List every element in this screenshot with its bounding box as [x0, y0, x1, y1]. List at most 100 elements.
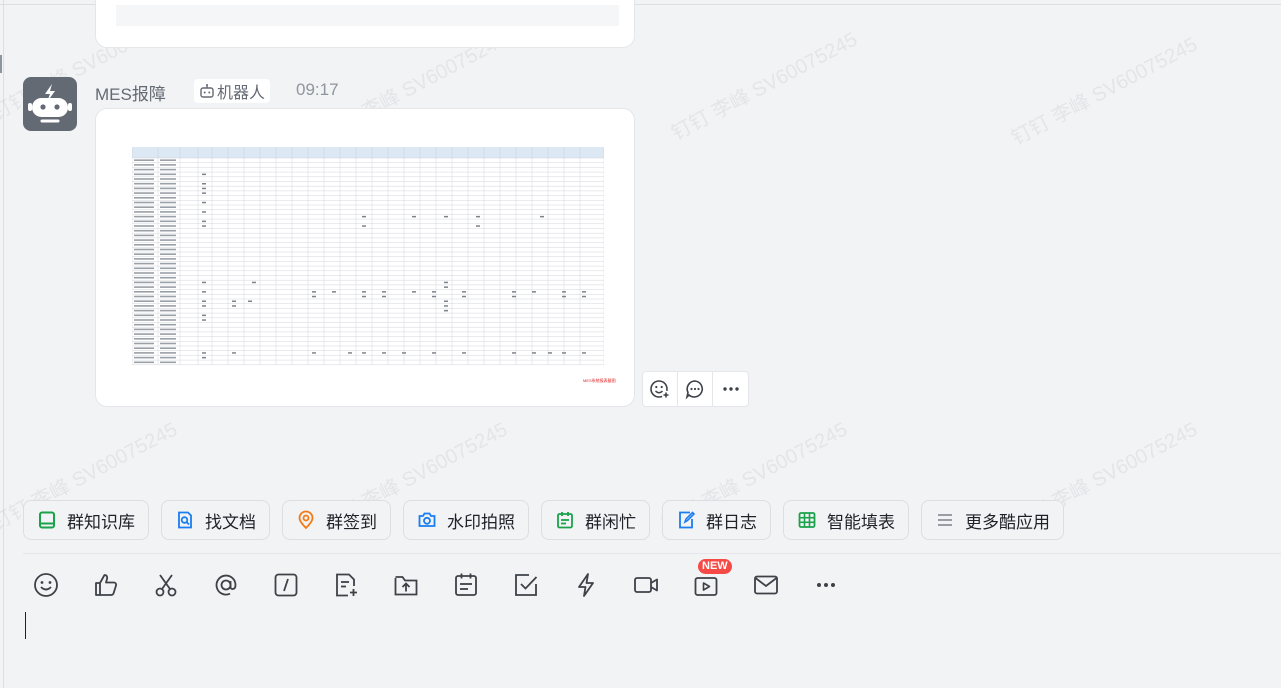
- flash-icon: [578, 573, 594, 597]
- sheet-cell-text: [160, 192, 176, 194]
- mail-button[interactable]: [750, 568, 782, 602]
- sheet-cell-text: [134, 262, 154, 265]
- schedule-button[interactable]: [450, 568, 482, 602]
- sheet-cell-value: [540, 215, 544, 218]
- sheet-cell-text: [134, 168, 154, 171]
- sheet-cell-text: [160, 229, 176, 232]
- emoji-button[interactable]: [30, 568, 62, 602]
- mail-icon: [754, 575, 778, 595]
- previous-message-content: [116, 5, 619, 26]
- sheet-cell-value: [582, 352, 586, 354]
- sheet-cell-text: [160, 319, 176, 321]
- sheet-cell-value: [444, 286, 448, 288]
- doc-search-icon: [178, 511, 192, 529]
- sheet-cell-text: [134, 164, 154, 166]
- sheet-cell-text: [160, 300, 176, 302]
- live-icon: [694, 577, 718, 596]
- app-group-knowledge-base[interactable]: 群知识库: [23, 500, 149, 540]
- input-divider: [23, 553, 1281, 554]
- text-caret[interactable]: [25, 612, 26, 639]
- sheet-cell-text: [160, 215, 176, 218]
- sheet-cell-text: [160, 197, 176, 199]
- sheet-cell-value: [476, 215, 480, 218]
- bot-avatar[interactable]: [23, 77, 77, 131]
- add-reaction-button[interactable]: [643, 372, 678, 406]
- watermark: 钉钉 李峰 SV60075245: [668, 28, 862, 145]
- app-group-checkin[interactable]: 群签到: [282, 500, 391, 540]
- app-group-journal[interactable]: 群日志: [662, 500, 771, 540]
- sheet-cell-text: [160, 178, 176, 180]
- sheet-cell-value: [202, 211, 206, 213]
- sheet-cell-text: [160, 248, 176, 251]
- sheet-cell-text: [160, 168, 176, 171]
- sheet-cell-value: [312, 352, 316, 354]
- sheet-cell-value: [202, 291, 206, 293]
- reply-button[interactable]: [678, 372, 713, 406]
- sheet-cell-text: [134, 192, 154, 194]
- sheet-cell-value: [202, 319, 206, 321]
- video-icon: [634, 577, 658, 593]
- group-apps-bar: 群知识库 找文档 群签到 水印拍照 群闲忙 群日志 智能填表 更多酷应用: [23, 500, 1064, 540]
- sheet-cell-text: [160, 267, 176, 270]
- sheet-cell-value: [202, 173, 206, 176]
- new-doc-button[interactable]: [330, 568, 362, 602]
- sheet-cell-text: [134, 309, 154, 312]
- sheet-cell-text: [160, 234, 176, 237]
- sheet-cell-value: [512, 352, 516, 354]
- sheet-cell-value: [332, 291, 336, 293]
- app-label: 水印拍照: [447, 512, 515, 532]
- app-find-docs[interactable]: 找文档: [161, 500, 270, 540]
- emoji-icon: [34, 573, 58, 597]
- sheet-header: [132, 147, 604, 158]
- left-divider: [3, 0, 4, 688]
- video-call-button[interactable]: [630, 568, 662, 602]
- previous-message-card[interactable]: [95, 0, 635, 48]
- sheet-cell-value: [312, 295, 316, 298]
- sheet-cell-text: [160, 314, 176, 317]
- mention-button[interactable]: [210, 568, 242, 602]
- sheet-cell-text: [134, 286, 154, 288]
- sheet-cell-text: [160, 352, 176, 354]
- sheet-cell-value: [562, 352, 566, 354]
- sheet-cell-text: [134, 272, 154, 274]
- sheet-cell-text: [160, 286, 176, 288]
- sheet-cell-value: [444, 300, 448, 302]
- more-icon: [722, 387, 739, 391]
- sheet-cell-text: [134, 159, 154, 161]
- scroll-marker: [0, 55, 2, 73]
- upload-file-button[interactable]: [390, 568, 422, 602]
- sheet-cell-text: [160, 342, 176, 345]
- app-more-cool-apps[interactable]: 更多酷应用: [921, 500, 1064, 540]
- more-tools-button[interactable]: [810, 568, 842, 602]
- sheet-cell-text: [134, 234, 154, 237]
- robot-small-icon: [200, 84, 214, 98]
- camera-icon: [418, 512, 436, 527]
- sheet-cell-value: [432, 352, 436, 354]
- sheet-cell-text: [134, 182, 154, 185]
- sheet-cell-text: [134, 178, 154, 180]
- slash-command-button[interactable]: [270, 568, 302, 602]
- message-image-card[interactable]: MES系统报表截图: [95, 108, 635, 407]
- at-icon: [215, 574, 237, 596]
- more-actions-button[interactable]: [713, 372, 748, 406]
- spreadsheet-image[interactable]: [132, 147, 604, 371]
- sheet-cell-text: [160, 276, 176, 279]
- task-button[interactable]: [510, 568, 542, 602]
- new-badge: NEW: [698, 559, 732, 574]
- sheet-cell-text: [134, 211, 154, 213]
- sender-name[interactable]: MES报障: [95, 80, 166, 105]
- app-smart-form[interactable]: 智能填表: [783, 500, 909, 540]
- sheet-cell-text: [134, 206, 154, 208]
- sheet-cell-text: [134, 300, 154, 302]
- like-button[interactable]: [90, 568, 122, 602]
- screenshot-button[interactable]: [150, 568, 182, 602]
- sheet-cell-text: [134, 187, 154, 190]
- sheet-cell-text: [160, 333, 176, 335]
- app-label: 群日志: [706, 512, 757, 532]
- sheet-cell-value: [412, 291, 416, 293]
- thumbs-up-icon: [95, 574, 118, 596]
- sheet-cell-value: [232, 305, 236, 307]
- ding-button[interactable]: [570, 568, 602, 602]
- app-watermark-photo[interactable]: 水印拍照: [403, 500, 529, 540]
- app-group-availability[interactable]: 群闲忙: [541, 500, 650, 540]
